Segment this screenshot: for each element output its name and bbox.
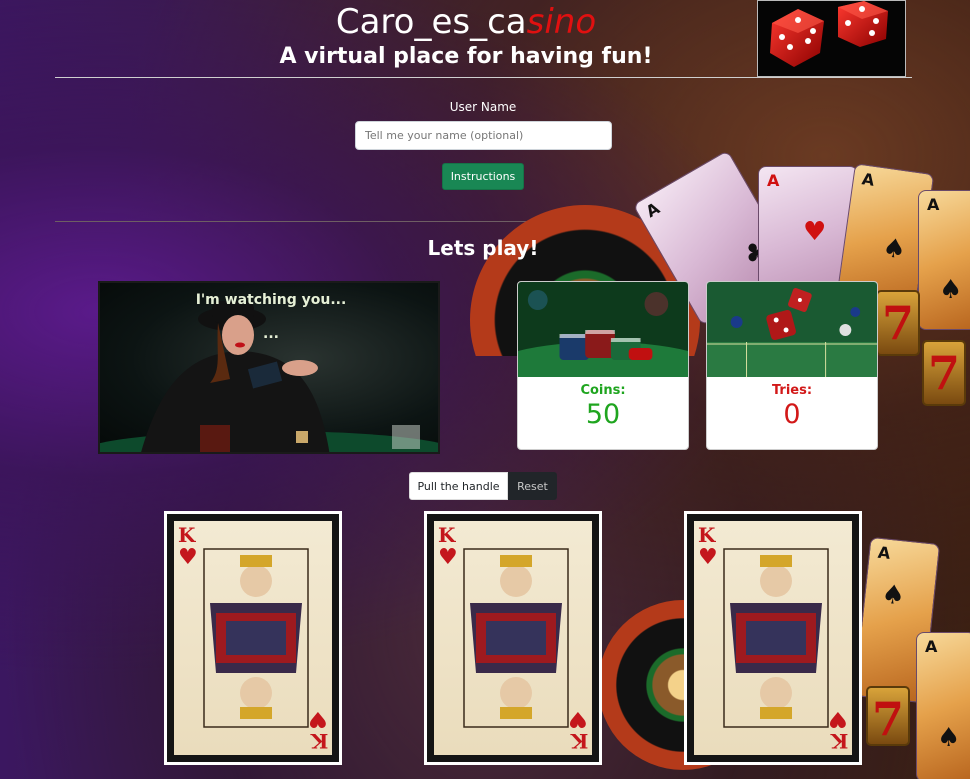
dice-logo <box>757 0 906 77</box>
tries-label: Tries: <box>771 383 813 398</box>
heart-icon: ♥ <box>178 545 198 570</box>
card-rank: K <box>310 729 328 753</box>
slot-card-3: K ♥ ♥ K <box>684 511 862 765</box>
watching-message: I'm watching you... <box>195 292 347 308</box>
site-title-accent: sino <box>526 2 597 42</box>
header-divider <box>55 77 912 78</box>
slot-seven-decor-3: 7 <box>866 686 910 746</box>
card-rank: K <box>830 729 848 753</box>
watching-ellipsis: ... <box>263 326 279 342</box>
dice-table-image <box>707 282 877 377</box>
heart-icon: ♥ <box>438 545 458 570</box>
poker-chips-image <box>518 282 688 377</box>
slot-seven-decor-1: 7 <box>876 290 920 356</box>
decor-card-6: A ♠ <box>916 632 970 779</box>
slot-card-1: K ♥ ♥ K <box>164 511 342 765</box>
instructions-button[interactable]: Instructions <box>442 163 524 190</box>
watching-panel: I'm watching you... ... <box>98 281 440 454</box>
heart-icon: ♥ <box>698 545 718 570</box>
casino-page: Caro_es_casino A virtual place for havin… <box>0 0 970 779</box>
king-illustration <box>723 548 829 728</box>
card-rank: K <box>698 523 716 547</box>
pull-handle-button[interactable]: Pull the handle <box>409 472 508 500</box>
heart-icon: ♥ <box>308 706 328 731</box>
card-rank: K <box>438 523 456 547</box>
coins-value: 50 <box>585 399 621 430</box>
tries-card: Tries: 0 <box>706 281 878 450</box>
site-title-main: Caro_es_ca <box>335 2 527 42</box>
slot-seven-decor-2: 7 <box>922 340 966 406</box>
card-rank: K <box>178 523 196 547</box>
reset-button[interactable]: Reset <box>508 472 557 500</box>
tries-value: 0 <box>783 399 801 430</box>
coins-label: Coins: <box>580 383 626 398</box>
king-illustration <box>203 548 309 728</box>
coins-card: Coins: 50 <box>517 281 689 450</box>
king-illustration <box>463 548 569 728</box>
heart-icon: ♥ <box>828 706 848 731</box>
card-rank: K <box>570 729 588 753</box>
game-heading: Lets play! <box>427 236 539 260</box>
user-name-input[interactable] <box>355 121 612 150</box>
user-name-label: User Name <box>449 100 517 114</box>
slot-card-2: K ♥ ♥ K <box>424 511 602 765</box>
dice-icon <box>770 1 888 67</box>
heart-icon: ♥ <box>568 706 588 731</box>
